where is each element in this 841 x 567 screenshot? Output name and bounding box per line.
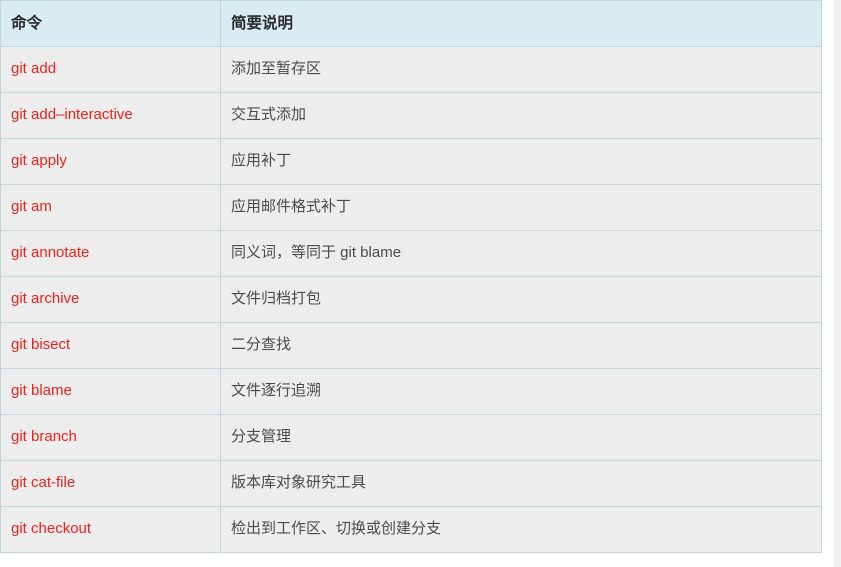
table-header: 命令 简要说明 [0,0,822,47]
vertical-scrollbar[interactable] [834,0,841,567]
table-body: git add 添加至暂存区 git add–interactive 交互式添加 git… [0,46,822,553]
command-cell: git apply [0,138,221,185]
table-row: git branch 分支管理 [0,414,822,461]
command-cell: git branch [0,414,221,461]
command-link[interactable]: git blame [11,382,72,399]
command-link[interactable]: git add [11,60,56,77]
command-table-container: 命令 简要说明 git add 添加至暂存区 git add–interactive… [0,0,822,553]
table-row: git add–interactive 交互式添加 [0,92,822,139]
command-link[interactable]: git archive [11,290,79,307]
command-link[interactable]: git branch [11,428,77,445]
command-link[interactable]: git cat-file [11,474,75,491]
description-cell: 添加至暂存区 [220,46,822,93]
description-cell: 检出到工作区、切换或创建分支 [220,506,822,553]
column-header-command: 命令 [0,0,221,47]
description-cell: 分支管理 [220,414,822,461]
table-row: git annotate 同义词，等同于 git blame [0,230,822,277]
table-row: git apply 应用补丁 [0,138,822,185]
description-cell: 应用邮件格式补丁 [220,184,822,231]
description-cell: 应用补丁 [220,138,822,185]
table-row: git blame 文件逐行追溯 [0,368,822,415]
git-command-table: 命令 简要说明 git add 添加至暂存区 git add–interactive… [0,0,822,553]
command-cell: git add [0,46,221,93]
command-cell: git annotate [0,230,221,277]
description-cell: 版本库对象研究工具 [220,460,822,507]
column-header-description: 简要说明 [220,0,822,47]
command-cell: git checkout [0,506,221,553]
command-link[interactable]: git apply [11,152,67,169]
description-cell: 文件逐行追溯 [220,368,822,415]
command-cell: git blame [0,368,221,415]
table-row: git bisect 二分查找 [0,322,822,369]
description-cell: 同义词，等同于 git blame [220,230,822,277]
table-row: git cat-file 版本库对象研究工具 [0,460,822,507]
table-header-row: 命令 简要说明 [0,0,822,47]
description-cell: 二分查找 [220,322,822,369]
command-cell: git add–interactive [0,92,221,139]
table-row: git archive 文件归档打包 [0,276,822,323]
command-link[interactable]: git bisect [11,336,70,353]
command-cell: git archive [0,276,221,323]
command-cell: git am [0,184,221,231]
command-link[interactable]: git add–interactive [11,106,133,123]
command-link[interactable]: git annotate [11,244,89,261]
command-cell: git cat-file [0,460,221,507]
command-link[interactable]: git checkout [11,520,91,537]
page-root: 命令 简要说明 git add 添加至暂存区 git add–interactive… [0,0,841,567]
description-cell: 交互式添加 [220,92,822,139]
table-row: git checkout 检出到工作区、切换或创建分支 [0,506,822,553]
table-row: git am 应用邮件格式补丁 [0,184,822,231]
description-cell: 文件归档打包 [220,276,822,323]
command-cell: git bisect [0,322,221,369]
table-row: git add 添加至暂存区 [0,46,822,93]
command-link[interactable]: git am [11,198,52,215]
